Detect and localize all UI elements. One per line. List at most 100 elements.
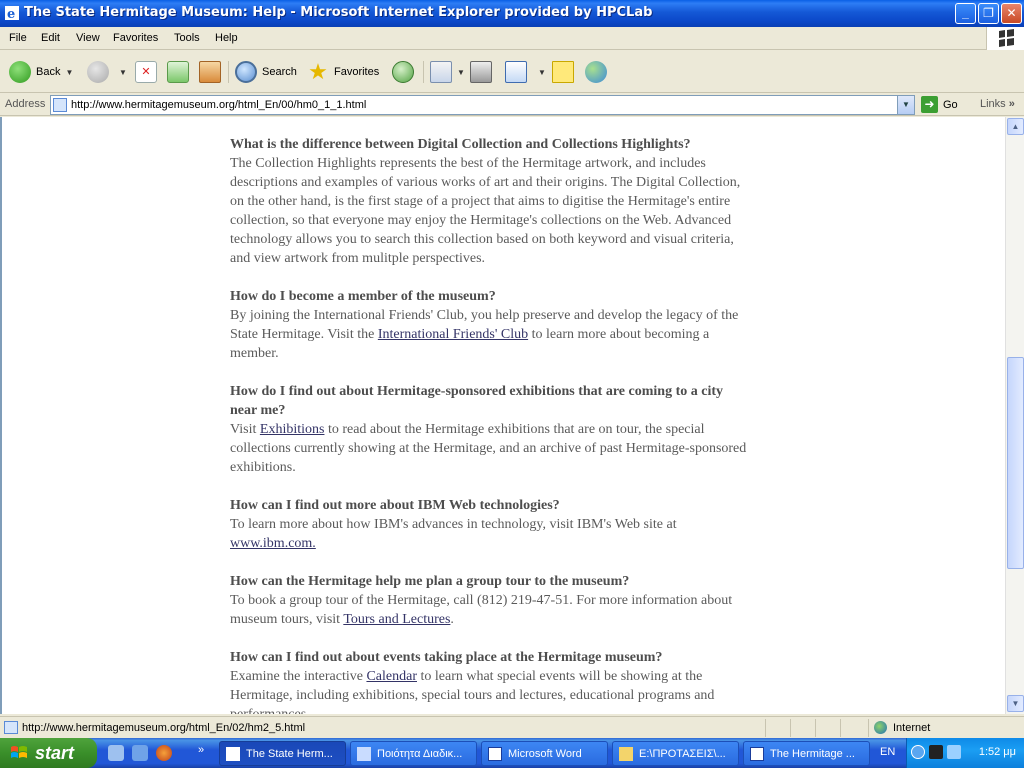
edit-page-icon — [505, 61, 527, 83]
answer-text: . — [450, 612, 454, 627]
task-microsoft-word[interactable]: Microsoft Word — [481, 741, 608, 766]
chevron-down-icon[interactable]: ▼ — [65, 68, 73, 77]
taskbar: start » The State Herm... Ποιότητα Διαδι… — [0, 738, 1024, 768]
restore-button[interactable]: ❐ — [978, 3, 999, 24]
page-icon — [53, 98, 67, 112]
status-pane — [815, 719, 816, 737]
tours-and-lectures-link[interactable]: Tours and Lectures — [343, 612, 450, 627]
faq-answer: By joining the International Friends' Cl… — [230, 306, 750, 363]
chevron-right-icon: » — [1008, 98, 1015, 110]
mail-icon — [430, 61, 452, 83]
address-input[interactable]: http://www.hermitagemuseum.org/html_En/0… — [50, 95, 915, 115]
answer-text: Visit — [230, 422, 260, 437]
ie-quicklaunch-icon[interactable] — [132, 745, 148, 761]
antivirus-icon[interactable] — [929, 745, 943, 759]
start-button[interactable]: start — [0, 738, 97, 768]
menu-favorites[interactable]: Favorites — [113, 32, 158, 44]
network-icon[interactable] — [947, 745, 961, 759]
menu-view[interactable]: View — [76, 32, 100, 44]
toolbar-separator — [228, 61, 229, 83]
scroll-down-button[interactable]: ▼ — [1007, 695, 1024, 712]
help-faq: What is the difference between Digital C… — [230, 135, 750, 714]
globe-icon — [874, 721, 887, 734]
faq-question: How can I find out about events taking p… — [230, 650, 663, 665]
page-icon — [4, 721, 18, 734]
edit-button[interactable]: ▼ — [505, 59, 546, 85]
faq-item: How do I find out about Hermitage-sponso… — [230, 382, 750, 477]
menu-file[interactable]: File — [9, 32, 27, 44]
go-button[interactable]: ➜ Go — [921, 96, 958, 113]
start-label: start — [35, 742, 75, 763]
status-bar: http://www.hermitagemuseum.org/html_En/0… — [0, 716, 1024, 738]
stop-button[interactable]: ✕ — [135, 59, 162, 85]
chevron-down-icon[interactable]: ▼ — [538, 68, 546, 77]
stop-icon: ✕ — [135, 61, 157, 83]
links-label: Links — [980, 98, 1006, 110]
faq-answer: To book a group tour of the Hermitage, c… — [230, 591, 750, 629]
menu-tools[interactable]: Tools — [174, 32, 200, 44]
firefox-icon[interactable] — [156, 745, 172, 761]
faq-answer: To learn more about how IBM's advances i… — [230, 515, 750, 553]
forward-button[interactable]: ▼ — [87, 59, 127, 85]
close-button[interactable]: ✕ — [1001, 3, 1022, 24]
favorites-button[interactable]: ★ Favorites — [307, 59, 379, 85]
chevron-down-icon[interactable]: ▼ — [119, 68, 127, 77]
print-button[interactable] — [470, 59, 497, 85]
toolbar-separator — [423, 61, 424, 83]
ie-icon — [226, 746, 240, 761]
links-button[interactable]: Links » — [980, 98, 1015, 110]
star-icon: ★ — [308, 59, 328, 84]
title-bar[interactable]: e The State Hermitage Museum: Help - Mic… — [0, 0, 1024, 27]
chevron-right-icon[interactable]: » — [198, 744, 204, 756]
language-indicator[interactable]: EN — [880, 746, 895, 758]
faq-answer: Visit Exhibitions to read about the Herm… — [230, 420, 750, 477]
svg-text:e: e — [7, 7, 15, 21]
task-hermitage-word[interactable]: The Hermitage ... — [743, 741, 870, 766]
address-bar: Address http://www.hermitagemuseum.org/h… — [0, 94, 1024, 116]
task-folder-explorer[interactable]: E:\ΠΡΟΤΑΣΕΙΣ\... — [612, 741, 739, 766]
chevron-down-icon[interactable]: ▼ — [457, 68, 465, 77]
tray-expand-icon[interactable] — [911, 745, 925, 759]
faq-answer: The Collection Highlights represents the… — [230, 156, 741, 266]
task-label: Microsoft Word — [508, 747, 582, 760]
faq-question: How can the Hermitage help me plan a gro… — [230, 574, 630, 589]
standard-toolbar: Back ▼ ▼ ✕ Search ★ Favorites ▼ ▼ — [0, 51, 1024, 93]
international-friends-club-link[interactable]: International Friends' Club — [378, 327, 528, 342]
ie-icon — [357, 746, 371, 761]
chevron-down-icon[interactable]: ▼ — [897, 96, 914, 114]
go-arrow-icon: ➜ — [921, 96, 938, 113]
back-button[interactable]: Back ▼ — [9, 59, 73, 85]
forward-arrow-icon — [87, 61, 109, 83]
history-button[interactable] — [392, 59, 419, 85]
refresh-button[interactable] — [167, 59, 194, 85]
messenger-button[interactable] — [585, 59, 612, 85]
ibm-link[interactable]: www.ibm.com. — [230, 536, 316, 551]
clock: 1:52 μμ — [978, 746, 1016, 758]
task-quality-document[interactable]: Ποιότητα Διαδικ... — [350, 741, 477, 766]
menu-help[interactable]: Help — [215, 32, 238, 44]
home-button[interactable] — [199, 59, 226, 85]
faq-question: How can I find out more about IBM Web te… — [230, 498, 560, 513]
exhibitions-link[interactable]: Exhibitions — [260, 422, 325, 437]
task-hermitage-ie[interactable]: The State Herm... — [219, 741, 346, 766]
status-pane — [790, 719, 791, 737]
search-button[interactable]: Search — [235, 59, 297, 85]
menu-edit[interactable]: Edit — [41, 32, 60, 44]
minimize-button[interactable]: _ — [955, 3, 976, 24]
vertical-scrollbar[interactable]: ▲ ▼ — [1005, 117, 1024, 714]
scroll-up-button[interactable]: ▲ — [1007, 118, 1024, 135]
address-url[interactable]: http://www.hermitagemuseum.org/html_En/0… — [71, 99, 366, 111]
flag-icon — [999, 29, 1014, 47]
task-label: The State Herm... — [246, 747, 333, 760]
calendar-link[interactable]: Calendar — [366, 669, 417, 684]
scroll-thumb[interactable] — [1007, 357, 1024, 569]
refresh-icon — [167, 61, 189, 83]
word-icon — [488, 746, 502, 761]
faq-item: How can the Hermitage help me plan a gro… — [230, 572, 750, 629]
word-icon — [750, 746, 764, 761]
task-label: Ποιότητα Διαδικ... — [377, 747, 463, 760]
show-desktop-icon[interactable] — [108, 745, 124, 761]
system-tray: 1:52 μμ — [906, 738, 1024, 768]
mail-button[interactable]: ▼ — [430, 59, 465, 85]
discuss-button[interactable] — [552, 59, 579, 85]
